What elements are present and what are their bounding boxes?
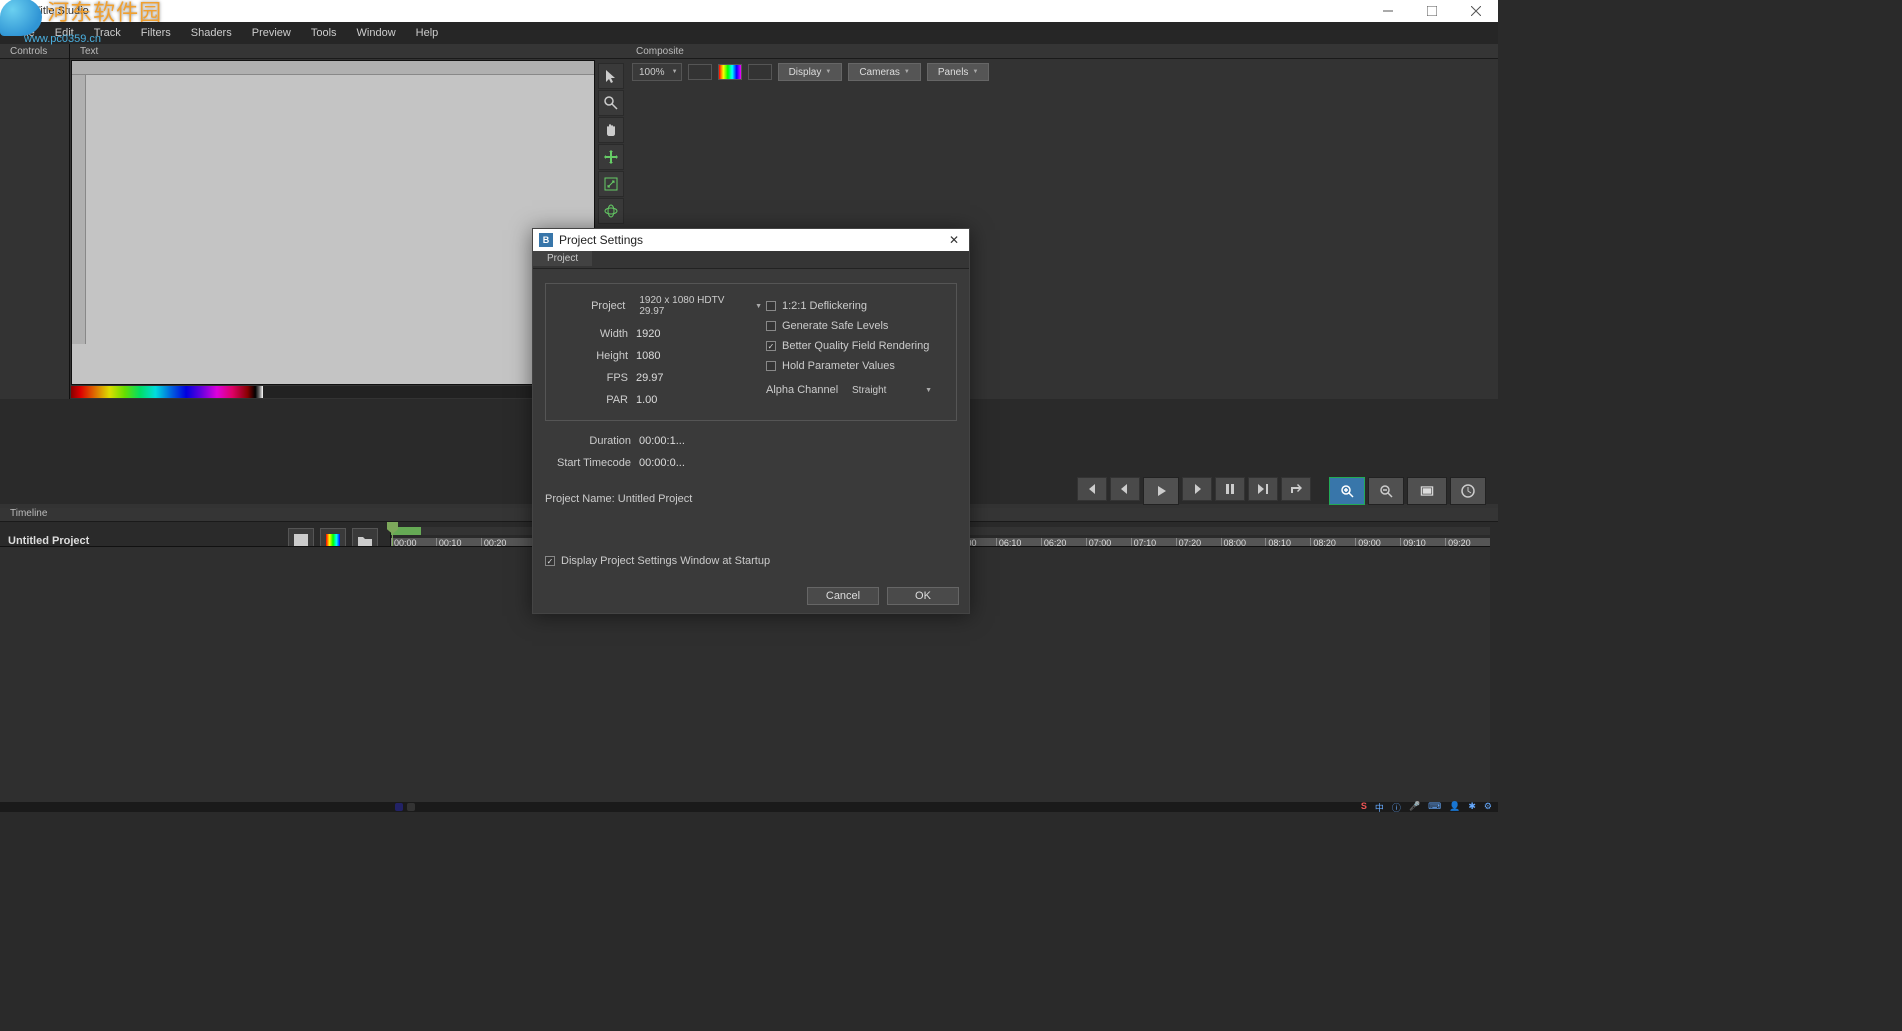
window-titlebar: BCC Title Studio	[0, 0, 1498, 22]
zoom-in-button[interactable]	[1329, 477, 1365, 505]
menubar: File Edit Track Filters Shaders Preview …	[0, 22, 1498, 44]
text-canvas[interactable]	[71, 60, 595, 385]
fps-value[interactable]: 29.97	[636, 372, 664, 384]
hold-params-checkbox[interactable]: Hold Parameter Values	[766, 356, 946, 376]
os-taskbar: S中ⓘ🎤⌨👤✱⚙	[0, 802, 1498, 812]
fps-label: FPS	[556, 372, 636, 384]
menu-preview[interactable]: Preview	[243, 24, 300, 42]
hand-tool[interactable]	[598, 117, 624, 143]
dialog-titlebar[interactable]: B Project Settings ✕	[533, 229, 969, 251]
play-button[interactable]	[1143, 477, 1179, 505]
alpha-channel-dropdown[interactable]: Straight	[846, 381, 936, 399]
deflickering-checkbox[interactable]: 1:2:1 Deflickering	[766, 296, 946, 316]
menu-file[interactable]: File	[8, 24, 44, 42]
step-back-button[interactable]	[1110, 477, 1140, 501]
dialog-close-button[interactable]: ✕	[939, 229, 969, 251]
tab-project[interactable]: Project	[533, 251, 592, 266]
app-title: BCC Title Studio	[8, 5, 89, 17]
composite-panel-header: Composite	[596, 44, 1498, 59]
controls-panel-header: Controls	[0, 44, 69, 59]
minimize-button[interactable]	[1366, 0, 1410, 22]
cameras-dropdown[interactable]: Cameras	[848, 63, 921, 81]
panels-dropdown[interactable]: Panels	[927, 63, 990, 81]
ok-button[interactable]: OK	[887, 587, 959, 605]
par-value[interactable]: 1.00	[636, 394, 657, 406]
safe-area-button[interactable]	[1407, 477, 1447, 505]
step-forward-button[interactable]	[1182, 477, 1212, 501]
project-preset-label: Project	[556, 300, 633, 312]
menu-help[interactable]: Help	[407, 24, 448, 42]
menu-edit[interactable]: Edit	[46, 24, 83, 42]
width-value[interactable]: 1920	[636, 328, 660, 340]
menu-filters[interactable]: Filters	[132, 24, 180, 42]
height-label: Height	[556, 350, 636, 362]
menu-window[interactable]: Window	[348, 24, 405, 42]
select-tool[interactable]	[598, 63, 624, 89]
display-dropdown[interactable]: Display	[778, 63, 843, 81]
project-name-label: Project Name:	[545, 493, 615, 505]
move-tool[interactable]	[598, 144, 624, 170]
project-settings-dialog: B Project Settings ✕ Project Project 192…	[532, 228, 970, 614]
cancel-button[interactable]: Cancel	[807, 587, 879, 605]
bg-swatch-1[interactable]	[688, 64, 712, 80]
show-at-startup-checkbox[interactable]: Display Project Settings Window at Start…	[545, 551, 957, 571]
zoom-out-button[interactable]	[1368, 477, 1404, 505]
better-quality-checkbox[interactable]: Better Quality Field Rendering	[766, 336, 946, 356]
rotate-tool[interactable]	[598, 198, 624, 224]
bg-swatch-2[interactable]	[748, 64, 772, 80]
menu-shaders[interactable]: Shaders	[182, 24, 241, 42]
menu-track[interactable]: Track	[85, 24, 130, 42]
height-value[interactable]: 1080	[636, 350, 660, 362]
goto-start-button[interactable]	[1077, 477, 1107, 501]
ruler-vertical[interactable]	[72, 75, 86, 344]
duration-value[interactable]: 00:00:1...	[639, 435, 685, 447]
pause-button[interactable]	[1215, 477, 1245, 501]
tray-icons[interactable]: S中ⓘ🎤⌨👤✱⚙	[1361, 801, 1492, 814]
bg-swatch-gradient[interactable]	[718, 64, 742, 80]
transport-controls	[1077, 477, 1486, 505]
goto-end-button[interactable]	[1248, 477, 1278, 501]
dialog-icon: B	[539, 233, 553, 247]
scale-tool[interactable]	[598, 171, 624, 197]
loop-button[interactable]	[1281, 477, 1311, 501]
text-panel-header: Text	[70, 44, 596, 59]
ruler-horizontal[interactable]	[72, 61, 594, 75]
composite-top-bar: 100% Display Cameras Panels	[626, 59, 1498, 85]
project-preset-dropdown[interactable]: 1920 x 1080 HDTV 29.97	[633, 297, 766, 315]
start-timecode-value[interactable]: 00:00:0...	[639, 457, 685, 469]
start-timecode-label: Start Timecode	[545, 457, 639, 469]
zoom-tool[interactable]	[598, 90, 624, 116]
maximize-button[interactable]	[1410, 0, 1454, 22]
project-name-value[interactable]: Untitled Project	[618, 493, 693, 505]
duration-label: Duration	[545, 435, 639, 447]
par-label: PAR	[556, 394, 636, 406]
dialog-tabs: Project	[533, 251, 969, 269]
close-button[interactable]	[1454, 0, 1498, 22]
color-spectrum[interactable]	[71, 386, 263, 398]
dialog-title: Project Settings	[559, 233, 643, 247]
menu-tools[interactable]: Tools	[302, 24, 346, 42]
clock-button[interactable]	[1450, 477, 1486, 505]
width-label: Width	[556, 328, 636, 340]
zoom-dropdown[interactable]: 100%	[632, 63, 682, 81]
safe-levels-checkbox[interactable]: Generate Safe Levels	[766, 316, 946, 336]
alpha-channel-label: Alpha Channel	[766, 384, 846, 396]
